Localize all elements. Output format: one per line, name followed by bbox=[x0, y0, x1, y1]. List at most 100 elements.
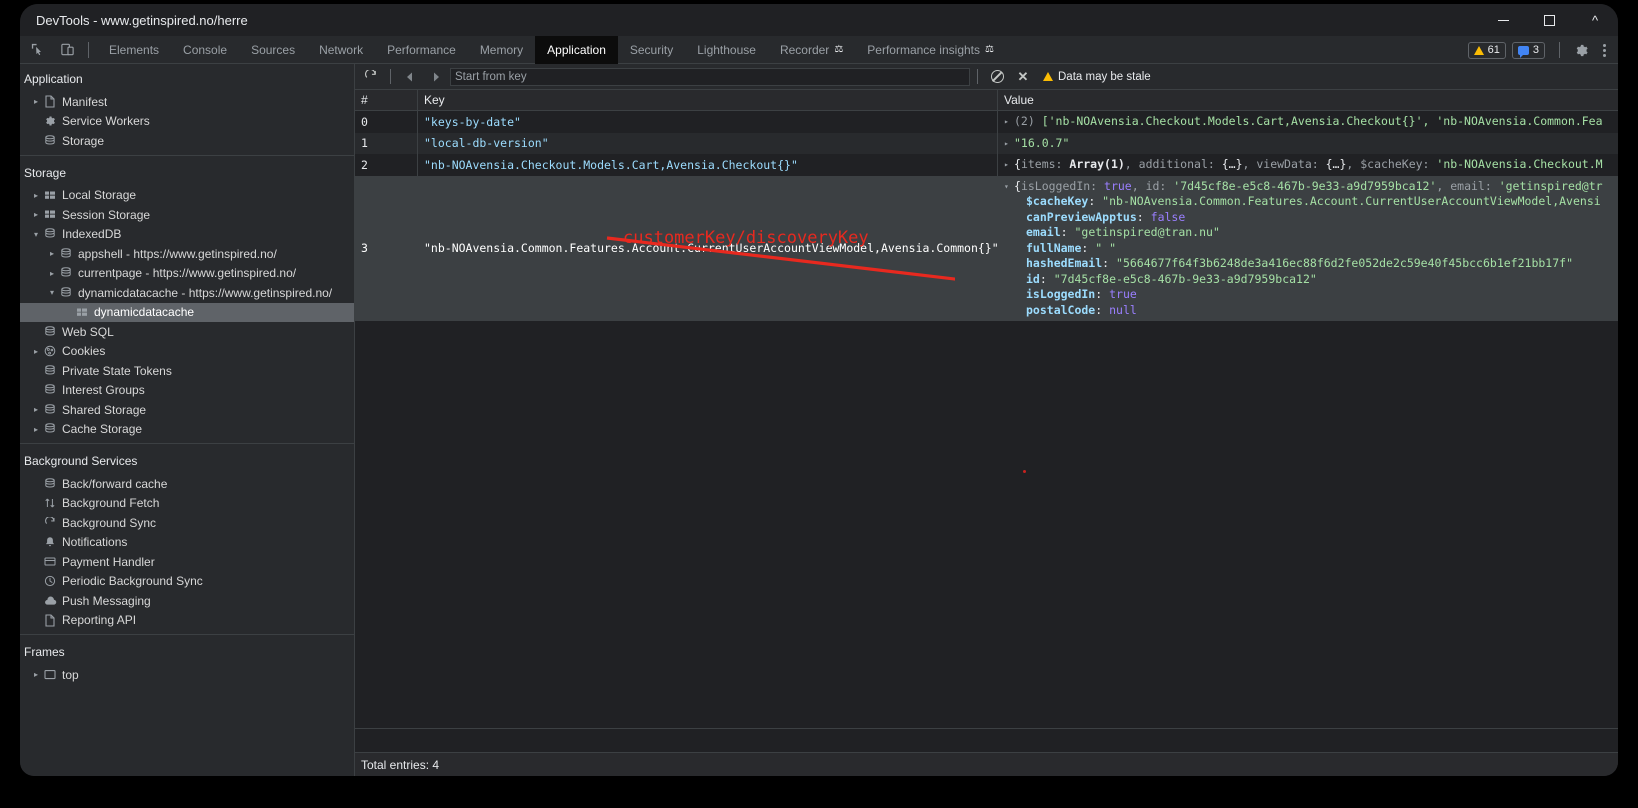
tab-performance-insights[interactable]: Performance insights⚖ bbox=[855, 36, 1006, 64]
tab-network[interactable]: Network bbox=[307, 36, 375, 64]
chevron-right-icon[interactable]: ▸ bbox=[30, 97, 42, 106]
value-token: "16.0.7" bbox=[1014, 136, 1069, 150]
column-header-index[interactable]: # bbox=[355, 90, 418, 110]
sidebar-item-background-fetch[interactable]: Background Fetch bbox=[20, 494, 354, 514]
column-header-value[interactable]: Value bbox=[998, 90, 1618, 110]
kebab-menu-icon[interactable] bbox=[1594, 37, 1614, 63]
minimize-button[interactable] bbox=[1480, 4, 1526, 36]
chevron-right-icon[interactable]: ▸ bbox=[30, 347, 42, 356]
value-token: { bbox=[1014, 157, 1021, 171]
sidebar-item-local-storage[interactable]: ▸Local Storage bbox=[20, 186, 354, 206]
table-row[interactable]: 0"keys-by-date"▸(2) ['nb-NOAvensia.Check… bbox=[355, 111, 1618, 133]
gear-icon[interactable] bbox=[1568, 37, 1594, 63]
chevron-right-icon[interactable]: ▸ bbox=[1004, 136, 1014, 152]
chevron-right-icon[interactable]: ▸ bbox=[30, 210, 42, 219]
clear-object-store-button[interactable] bbox=[985, 66, 1009, 88]
chevron-down-icon[interactable]: ▾ bbox=[30, 230, 42, 239]
device-toolbar-icon[interactable] bbox=[54, 37, 80, 63]
chevron-right-icon[interactable]: ▸ bbox=[1004, 114, 1014, 130]
sidebar-item-reporting-api[interactable]: Reporting API bbox=[20, 611, 354, 631]
cell-key[interactable]: "keys-by-date" bbox=[418, 111, 998, 133]
chevron-down-icon[interactable]: ▾ bbox=[46, 288, 58, 297]
tab-performance[interactable]: Performance bbox=[375, 36, 468, 64]
property-row[interactable]: id: "7d45cf8e-e5c8-467b-9e33-a9d7959bca1… bbox=[1026, 272, 1618, 288]
chevron-right-icon[interactable]: ▸ bbox=[1004, 157, 1014, 173]
sidebar-item-web-sql[interactable]: Web SQL bbox=[20, 322, 354, 342]
sidebar-item-manifest[interactable]: ▸ Manifest bbox=[20, 92, 354, 112]
tab-recorder[interactable]: Recorder⚖ bbox=[768, 36, 855, 64]
chevron-right-icon[interactable]: ▸ bbox=[30, 405, 42, 414]
sidebar-item-session-storage[interactable]: ▸Session Storage bbox=[20, 205, 354, 225]
value-token: Array(1) bbox=[1069, 157, 1124, 171]
property-row[interactable]: $cacheKey: "nb-NOAvensia.Common.Features… bbox=[1026, 194, 1618, 210]
table-row[interactable]: 3"nb-NOAvensia.Common.Features.Account.C… bbox=[355, 176, 1618, 322]
tab-sources[interactable]: Sources bbox=[239, 36, 307, 64]
sidebar-item-dynamicdatacache[interactable]: dynamicdatacache bbox=[20, 303, 354, 323]
tab-console[interactable]: Console bbox=[171, 36, 239, 64]
tab-lighthouse[interactable]: Lighthouse bbox=[685, 36, 768, 64]
chevron-right-icon[interactable]: ▸ bbox=[46, 269, 58, 278]
cell-key[interactable]: "local-db-version" bbox=[418, 133, 998, 155]
chevron-right-icon[interactable]: ▸ bbox=[46, 249, 58, 258]
sidebar-item-storage[interactable]: Storage bbox=[20, 131, 354, 151]
tab-elements[interactable]: Elements bbox=[97, 36, 171, 64]
property-value: "nb-NOAvensia.Common.Features.Account.Cu… bbox=[1102, 194, 1601, 208]
tab-memory[interactable]: Memory bbox=[468, 36, 535, 64]
property-row[interactable]: isLoggedIn: true bbox=[1026, 287, 1618, 303]
next-page-button[interactable] bbox=[424, 66, 448, 88]
property-row[interactable]: postalCode: null bbox=[1026, 303, 1618, 319]
property-row[interactable]: email: "getinspired@tran.nu" bbox=[1026, 225, 1618, 241]
chevron-right-icon[interactable]: ▸ bbox=[30, 191, 42, 200]
cell-value[interactable]: ▸{items: Array(1), additional: {…}, view… bbox=[998, 154, 1618, 176]
sidebar-item-service-workers[interactable]: Service Workers bbox=[20, 112, 354, 132]
sidebar-item-label: IndexedDB bbox=[62, 227, 121, 241]
chevron-up-button[interactable]: ^ bbox=[1572, 4, 1618, 36]
property-row[interactable]: canPreviewApptus: false bbox=[1026, 210, 1618, 226]
warning-count-button[interactable]: 61 bbox=[1468, 42, 1506, 59]
sidebar-item-dynamicdatacache-https-www-getinspired-no[interactable]: ▾dynamicdatacache - https://www.getinspi… bbox=[20, 283, 354, 303]
sidebar-item-push-messaging[interactable]: Push Messaging bbox=[20, 591, 354, 611]
cell-value[interactable]: ▾{isLoggedIn: true, id: '7d45cf8e-e5c8-4… bbox=[998, 176, 1618, 322]
cell-key[interactable]: "nb-NOAvensia.Common.Features.Account.Cu… bbox=[418, 176, 998, 322]
sidebar-item-notifications[interactable]: Notifications bbox=[20, 533, 354, 553]
sidebar-item-top[interactable]: ▸top bbox=[20, 665, 354, 685]
table-row[interactable]: 1"local-db-version"▸"16.0.7" bbox=[355, 133, 1618, 155]
sidebar-item-payment-handler[interactable]: Payment Handler bbox=[20, 552, 354, 572]
sidebar-item-appshell-https-www-getinspired-no[interactable]: ▸appshell - https://www.getinspired.no/ bbox=[20, 244, 354, 264]
message-bubble-icon bbox=[1518, 46, 1529, 55]
sidebar-item-label: Web SQL bbox=[62, 325, 114, 339]
start-from-key-input[interactable] bbox=[450, 68, 970, 86]
sidebar-item-indexeddb[interactable]: ▾ IndexedDB bbox=[20, 225, 354, 245]
chevron-right-icon[interactable]: ▸ bbox=[30, 670, 42, 679]
cell-index: 2 bbox=[355, 154, 418, 176]
sidebar-item-shared-storage[interactable]: ▸Shared Storage bbox=[20, 400, 354, 420]
sidebar-item-back-forward-cache[interactable]: Back/forward cache bbox=[20, 474, 354, 494]
maximize-button[interactable] bbox=[1526, 4, 1572, 36]
table-row[interactable]: 2"nb-NOAvensia.Checkout.Models.Cart,Aven… bbox=[355, 154, 1618, 176]
sidebar-item-interest-groups[interactable]: Interest Groups bbox=[20, 381, 354, 401]
chevron-right-icon[interactable]: ▸ bbox=[30, 425, 42, 434]
sidebar-item-currentpage-https-www-getinspired-no[interactable]: ▸currentpage - https://www.getinspired.n… bbox=[20, 264, 354, 284]
cell-value[interactable]: ▸(2) ['nb-NOAvensia.Checkout.Models.Cart… bbox=[998, 111, 1618, 133]
cell-key[interactable]: "nb-NOAvensia.Checkout.Models.Cart,Avens… bbox=[418, 154, 998, 176]
inspect-cursor-icon[interactable] bbox=[24, 37, 50, 63]
tab-security[interactable]: Security bbox=[618, 36, 685, 64]
sidebar-item-cache-storage[interactable]: ▸Cache Storage bbox=[20, 420, 354, 440]
tab-label: Performance insights bbox=[867, 43, 980, 57]
bell-icon bbox=[42, 536, 58, 548]
refresh-button[interactable] bbox=[359, 66, 383, 88]
sidebar-item-private-state-tokens[interactable]: Private State Tokens bbox=[20, 361, 354, 381]
property-row[interactable]: fullName: " " bbox=[1026, 241, 1618, 257]
chevron-down-icon[interactable]: ▾ bbox=[1004, 179, 1014, 195]
sidebar-item-background-sync[interactable]: Background Sync bbox=[20, 513, 354, 533]
previous-page-button[interactable] bbox=[398, 66, 422, 88]
sidebar-item-cookies[interactable]: ▸Cookies bbox=[20, 342, 354, 362]
message-count-button[interactable]: 3 bbox=[1512, 42, 1545, 59]
tab-application[interactable]: Application bbox=[535, 36, 618, 64]
cell-value[interactable]: ▸"16.0.7" bbox=[998, 133, 1618, 155]
property-row[interactable]: hashedEmail: "5664677f64f3b6248de3a416ec… bbox=[1026, 256, 1618, 272]
sidebar-item-periodic-background-sync[interactable]: Periodic Background Sync bbox=[20, 572, 354, 592]
column-header-key[interactable]: Key bbox=[418, 90, 998, 110]
tab-label: Sources bbox=[251, 43, 295, 57]
delete-selected-button[interactable]: ✕ bbox=[1011, 66, 1035, 88]
